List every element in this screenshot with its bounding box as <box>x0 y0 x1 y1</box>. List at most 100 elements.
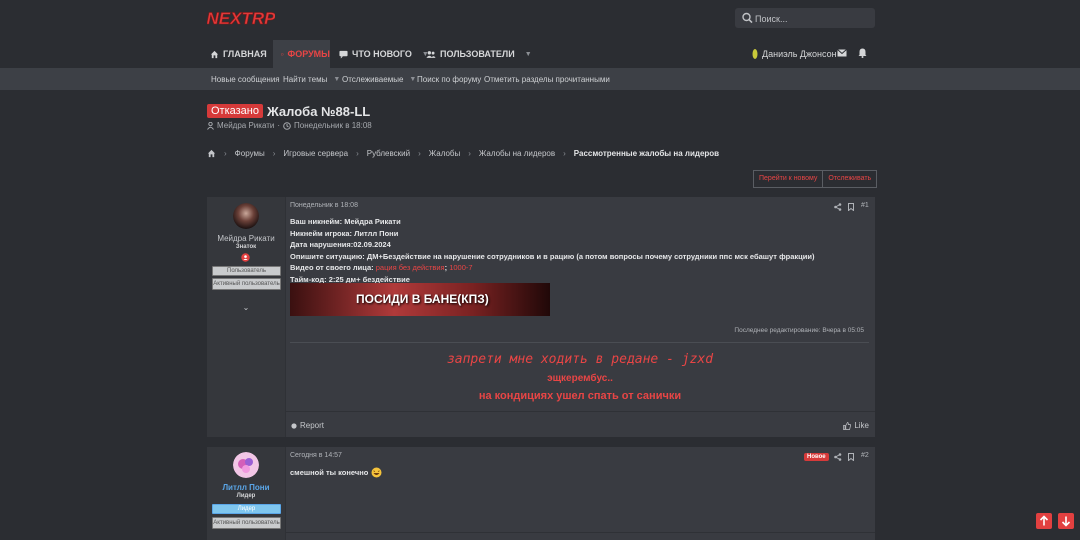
scroll-top-button[interactable] <box>1036 513 1052 529</box>
edit-notice[interactable]: Последнее редактирование: Вчера в 05:05 <box>734 327 864 334</box>
search-box[interactable] <box>735 8 875 28</box>
mail-icon[interactable] <box>837 49 847 57</box>
scroll-bottom-button[interactable] <box>1058 513 1074 529</box>
chat-icon <box>339 50 348 59</box>
bookmark-icon[interactable] <box>847 453 855 461</box>
signature-divider <box>290 342 869 343</box>
breadcrumb-item[interactable]: Рублевский <box>367 149 410 158</box>
subnav-find-threads-label: Найти темы <box>283 74 328 84</box>
subnav-watched[interactable]: Отслеживаемые ▼ <box>342 68 416 90</box>
report-label: Report <box>300 421 325 430</box>
site-logo[interactable]: NEXTRP <box>207 5 275 31</box>
share-icon[interactable] <box>834 453 842 461</box>
post-username[interactable]: Мейдра Рикати <box>207 234 285 243</box>
user-icon <box>207 121 214 130</box>
user-title: Лидер <box>236 493 256 499</box>
breadcrumb-separator: › <box>418 148 421 158</box>
home-icon <box>210 50 219 58</box>
avatar[interactable] <box>233 452 259 478</box>
search-input[interactable] <box>753 10 867 28</box>
arrow-up-icon <box>1039 515 1049 526</box>
clock-icon <box>283 121 291 130</box>
nav-forums[interactable]: Форумы <box>273 40 330 68</box>
post-user-panel: Мейдра Рикати Знаток Пользователь Активн… <box>207 197 286 437</box>
watch-button[interactable]: Отслеживать <box>822 171 876 187</box>
post-line: Опишите ситуацию: ДМ+Бездействие на нару… <box>290 251 815 261</box>
like-label: Like <box>854 421 869 430</box>
subnav-watched-label: Отслеживаемые <box>342 74 404 84</box>
user-banner: Лидер <box>212 504 281 514</box>
post-number[interactable]: #1 <box>861 202 869 209</box>
thread-actions: Перейти к новому Отслеживать <box>753 170 878 188</box>
account-menu[interactable]: Даниэль Джонсон <box>752 40 837 68</box>
breadcrumb-item[interactable]: Жалобы на лидеров <box>479 149 555 158</box>
bookmark-icon[interactable] <box>847 203 855 211</box>
chevron-down-icon[interactable]: ▼ <box>409 76 416 83</box>
video-label: Видео от своего лица: <box>290 263 374 272</box>
chevron-down-icon[interactable]: ⌄ <box>207 303 285 312</box>
thread-meta: Мейдра Рикати · Понедельник в 18:08 <box>207 121 372 130</box>
breadcrumb-separator: › <box>356 148 359 158</box>
post-date[interactable]: Сегодня в 14:57 <box>290 452 342 459</box>
award-icon <box>241 253 250 262</box>
signature-line: эщкерембус.. <box>547 373 613 384</box>
banner-text: ПОСИДИ В БАНЕ(КПЗ) <box>356 292 489 306</box>
post-2: Литлл Пони Лидер Лидер Активный пользова… <box>207 447 875 540</box>
chevron-down-icon[interactable]: ▼ <box>525 51 532 58</box>
post-date[interactable]: Понедельник в 18:08 <box>290 202 358 209</box>
page-title: Жалоба №88-LL <box>267 103 371 119</box>
breadcrumb-separator: › <box>468 148 471 158</box>
breadcrumb-separator: › <box>224 148 227 158</box>
post-user-panel: Литлл Пони Лидер Лидер Активный пользова… <box>207 447 286 540</box>
main-nav: Главная Форумы Что нового ▼ Пользователи… <box>0 40 1080 68</box>
video-link[interactable]: рация без действия <box>376 263 445 272</box>
subnav-mark-read-label: Отметить разделы прочитанными <box>484 74 610 84</box>
subnav-new-posts[interactable]: Новые сообщения <box>211 68 280 90</box>
nav-forums-label: Форумы <box>287 49 330 59</box>
chevron-down-icon[interactable]: ▼ <box>333 76 340 83</box>
nav-users-label: Пользователи <box>440 49 515 59</box>
post-body: смешной ты конечно <box>290 467 382 479</box>
new-badge: Новое <box>804 453 829 461</box>
share-icon[interactable] <box>834 203 842 211</box>
signature-image: ПОСИДИ В БАНЕ(КПЗ) <box>290 283 550 316</box>
nav-home-label: Главная <box>223 49 267 59</box>
subnav-search-forums-label: Поиск по форуму <box>417 74 482 84</box>
breadcrumb-item[interactable]: Игровые сервера <box>283 149 348 158</box>
post-line: Ваш никнейм: Мейдра Рикати <box>290 217 401 226</box>
breadcrumb-separator: › <box>563 148 566 158</box>
subnav-mark-read[interactable]: Отметить разделы прочитанными <box>484 68 610 90</box>
laughing-emoji-icon <box>371 467 382 478</box>
meta-separator: · <box>277 121 281 130</box>
subnav-new-posts-label: Новые сообщения <box>211 74 280 84</box>
subnav-search-forums[interactable]: Поиск по форуму <box>417 68 481 90</box>
post-body: Ваш никнейм: Мейдра Рикати Никнейм игрок… <box>290 216 814 285</box>
nav-whats-new-label: Что нового <box>352 49 412 59</box>
breadcrumb-current[interactable]: Рассмотренные жалобы на лидеров <box>574 149 719 158</box>
nav-users[interactable]: Пользователи ▼ <box>426 40 532 68</box>
svg-text:NEXTRP: NEXTRP <box>207 9 275 28</box>
post-username[interactable]: Литлл Пони <box>207 483 285 492</box>
post-1: Мейдра Рикати Знаток Пользователь Активн… <box>207 197 875 437</box>
video-link[interactable]: 1000-7 <box>449 263 472 272</box>
sub-nav: Новые сообщения Найти темы ▼ Отслеживаемы… <box>0 68 1080 90</box>
post-line: смешной ты конечно <box>290 468 369 477</box>
thumbs-up-icon <box>843 421 852 430</box>
breadcrumb-item[interactable]: Форумы <box>235 149 265 158</box>
nav-home[interactable]: Главная <box>210 40 267 68</box>
thread-author[interactable]: Мейдра Рикати <box>217 121 274 130</box>
like-button[interactable]: Like <box>843 421 869 430</box>
home-icon[interactable] <box>207 149 216 158</box>
account-username: Даниэль Джонсон <box>762 49 837 59</box>
header: NEXTRP <box>0 0 1080 40</box>
thread-date[interactable]: Понедельник в 18:08 <box>294 121 372 130</box>
subnav-find-threads[interactable]: Найти темы ▼ <box>283 68 340 90</box>
breadcrumb-item[interactable]: Жалобы <box>429 149 460 158</box>
report-button[interactable]: Report <box>291 421 324 430</box>
goto-new-button[interactable]: Перейти к новому <box>754 171 822 187</box>
avatar[interactable] <box>233 203 259 229</box>
post-number[interactable]: #2 <box>861 452 869 459</box>
forum-icon <box>281 52 284 56</box>
bell-icon[interactable] <box>858 48 867 58</box>
nav-whats-new[interactable]: Что нового ▼ <box>339 40 429 68</box>
